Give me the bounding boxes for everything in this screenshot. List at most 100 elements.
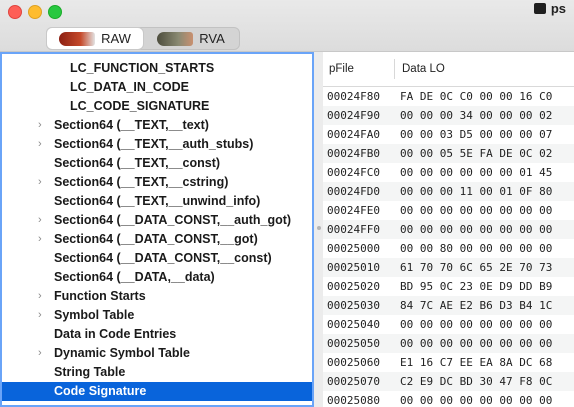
zoom-window-button[interactable] — [48, 5, 62, 19]
data-bytes-cell: 84 7C AE E2 B6 D3 B4 1C — [400, 299, 553, 312]
tree-row-label: Section64 (__TEXT,__unwind_info) — [54, 194, 261, 208]
terminal-icon — [533, 3, 546, 14]
table-row[interactable]: 00024FD0 00 00 00 11 00 01 0F 80 — [323, 182, 574, 201]
data-bytes-cell: E1 16 C7 EE EA 8A DC 68 — [400, 356, 553, 369]
tree-row-label: LC_CODE_SIGNATURE — [70, 99, 210, 113]
tree-row[interactable]: › Section64 (__DATA_CONST,__got) — [2, 230, 312, 249]
tree-row-label: LC_FUNCTION_STARTS — [70, 61, 215, 75]
tree-row[interactable]: › Function Starts — [2, 287, 312, 306]
tree-row-label: String Table — [54, 365, 126, 379]
table-row[interactable]: 00025060 E1 16 C7 EE EA 8A DC 68 — [323, 353, 574, 372]
table-row[interactable]: 00024FC0 00 00 00 00 00 00 01 45 — [323, 163, 574, 182]
offset-cell: 00025030 — [327, 299, 380, 312]
tree-row-label: Code Signature — [54, 384, 147, 398]
tree-row[interactable]: Code Signature — [2, 382, 312, 401]
divider-handle[interactable] — [317, 226, 321, 230]
tree-row[interactable]: Section64 (__TEXT,__unwind_info) — [2, 192, 312, 211]
offset-cell: 00025010 — [327, 261, 380, 274]
tree-row[interactable]: String Table — [2, 363, 312, 382]
disclosure-chevron-icon[interactable]: › — [38, 287, 48, 306]
offset-cell: 00024FB0 — [327, 147, 380, 160]
table-header: pFile Data LO — [323, 52, 574, 87]
tree-row-label: Function Starts — [54, 289, 146, 303]
data-bytes-cell: 00 00 00 00 00 00 00 00 — [400, 394, 553, 407]
data-bytes-cell: 00 00 00 11 00 01 0F 80 — [400, 185, 553, 198]
hex-data-table[interactable]: pFile Data LO 00024F80 FA DE 0C C0 00 00 … — [323, 52, 574, 407]
tree-row[interactable]: › Section64 (__TEXT,__auth_stubs) — [2, 135, 312, 154]
offset-cell: 00025040 — [327, 318, 380, 331]
data-bytes-cell: 00 00 03 D5 00 00 00 07 — [400, 128, 553, 141]
table-row[interactable]: 00025080 00 00 00 00 00 00 00 00 — [323, 391, 574, 407]
tree-row[interactable]: › Dynamic Symbol Table — [2, 344, 312, 363]
offset-cell: 00025000 — [327, 242, 380, 255]
tree-row[interactable]: LC_FUNCTION_STARTS — [2, 59, 312, 78]
offset-cell: 00025060 — [327, 356, 380, 369]
tree-row[interactable]: LC_CODE_SIGNATURE — [2, 97, 312, 116]
rva-mode-icon — [157, 31, 194, 46]
tree-row-label: Section64 (__TEXT,__auth_stubs) — [54, 137, 254, 151]
disclosure-chevron-icon[interactable]: › — [38, 306, 48, 325]
table-row[interactable]: 00025070 C2 E9 DC BD 30 47 F8 0C — [323, 372, 574, 391]
data-bytes-cell: 00 00 05 5E FA DE 0C 02 — [400, 147, 553, 160]
tree-row[interactable]: › Section64 (__TEXT,__cstring) — [2, 173, 312, 192]
tree-row[interactable]: Section64 (__DATA,__data) — [2, 268, 312, 287]
tree-row[interactable]: Section64 (__DATA_CONST,__const) — [2, 249, 312, 268]
data-bytes-cell: BD 95 0C 23 0E D9 DD B9 — [400, 280, 553, 293]
segment-rva[interactable]: RVA — [143, 28, 239, 49]
data-bytes-cell: 00 00 00 34 00 00 00 02 — [400, 109, 553, 122]
minimize-window-button[interactable] — [28, 5, 42, 19]
table-row[interactable]: 00024FB0 00 00 05 5E FA DE 0C 02 — [323, 144, 574, 163]
tree-row-label: Symbol Table — [54, 308, 135, 322]
table-row[interactable]: 00024F90 00 00 00 34 00 00 00 02 — [323, 106, 574, 125]
offset-cell: 00025070 — [327, 375, 380, 388]
table-row[interactable]: 00025000 00 00 80 00 00 00 00 00 — [323, 239, 574, 258]
offset-cell: 00025020 — [327, 280, 380, 293]
table-row[interactable]: 00024FE0 00 00 00 00 00 00 00 00 — [323, 201, 574, 220]
tree-row[interactable]: › Section64 (__DATA_CONST,__auth_got) — [2, 211, 312, 230]
offset-cell: 00025080 — [327, 394, 380, 407]
table-row[interactable]: 00024FF0 00 00 00 00 00 00 00 00 — [323, 220, 574, 239]
table-row[interactable]: 00024FA0 00 00 03 D5 00 00 00 07 — [323, 125, 574, 144]
tree-row-label: Section64 (__DATA_CONST,__auth_got) — [54, 213, 292, 227]
title-bar: ps RAW RVA — [0, 0, 574, 52]
table-row[interactable]: 00025020 BD 95 0C 23 0E D9 DD B9 — [323, 277, 574, 296]
data-bytes-cell: 00 00 00 00 00 00 00 00 — [400, 223, 553, 236]
data-bytes-cell: 00 00 00 00 00 00 00 00 — [400, 318, 553, 331]
disclosure-chevron-icon[interactable]: › — [38, 173, 48, 192]
disclosure-chevron-icon[interactable]: › — [38, 230, 48, 249]
tree-row-label: Dynamic Symbol Table — [54, 346, 190, 360]
segment-raw[interactable]: RAW — [47, 28, 143, 49]
table-row[interactable]: 00025040 00 00 00 00 00 00 00 00 — [323, 315, 574, 334]
tree-row[interactable]: Data in Code Entries — [2, 325, 312, 344]
offset-cell: 00024F80 — [327, 90, 380, 103]
data-bytes-cell: FA DE 0C C0 00 00 16 C0 — [400, 90, 553, 103]
data-bytes-cell: 00 00 00 00 00 00 01 45 — [400, 166, 553, 179]
table-row[interactable]: 00025030 84 7C AE E2 B6 D3 B4 1C — [323, 296, 574, 315]
table-row[interactable]: 00025010 61 70 70 6C 65 2E 70 73 — [323, 258, 574, 277]
tree-row-label: Section64 (__DATA,__data) — [54, 270, 215, 284]
window-title: ps — [533, 1, 566, 16]
column-separator[interactable] — [394, 59, 395, 79]
tree-row[interactable]: LC_DATA_IN_CODE — [2, 78, 312, 97]
offset-cell: 00024FC0 — [327, 166, 380, 179]
disclosure-chevron-icon[interactable]: › — [38, 135, 48, 154]
close-window-button[interactable] — [8, 5, 22, 19]
tree-row-label: Data in Code Entries — [54, 327, 177, 341]
data-bytes-cell: 61 70 70 6C 65 2E 70 73 — [400, 261, 553, 274]
tree-row[interactable]: Section64 (__TEXT,__const) — [2, 154, 312, 173]
tree-row-label: LC_DATA_IN_CODE — [70, 80, 189, 94]
segment-raw-label: RAW — [101, 31, 131, 46]
tree-row[interactable]: › Symbol Table — [2, 306, 312, 325]
data-bytes-cell: 00 00 00 00 00 00 00 00 — [400, 204, 553, 217]
structure-tree[interactable]: LC_FUNCTION_STARTS LC_DATA_IN_CODE LC_CODE… — [0, 52, 314, 407]
tree-row[interactable]: › Section64 (__TEXT,__text) — [2, 116, 312, 135]
column-header-pfile[interactable]: pFile — [329, 63, 354, 75]
disclosure-chevron-icon[interactable]: › — [38, 116, 48, 135]
disclosure-chevron-icon[interactable]: › — [38, 211, 48, 230]
disclosure-chevron-icon[interactable]: › — [38, 344, 48, 363]
tree-row-label: Section64 (__TEXT,__const) — [54, 156, 221, 170]
column-header-data-lo[interactable]: Data LO — [402, 63, 445, 75]
table-row[interactable]: 00025050 00 00 00 00 00 00 00 00 — [323, 334, 574, 353]
tree-row-label: Section64 (__TEXT,__cstring) — [54, 175, 229, 189]
table-row[interactable]: 00024F80 FA DE 0C C0 00 00 16 C0 — [323, 87, 574, 106]
